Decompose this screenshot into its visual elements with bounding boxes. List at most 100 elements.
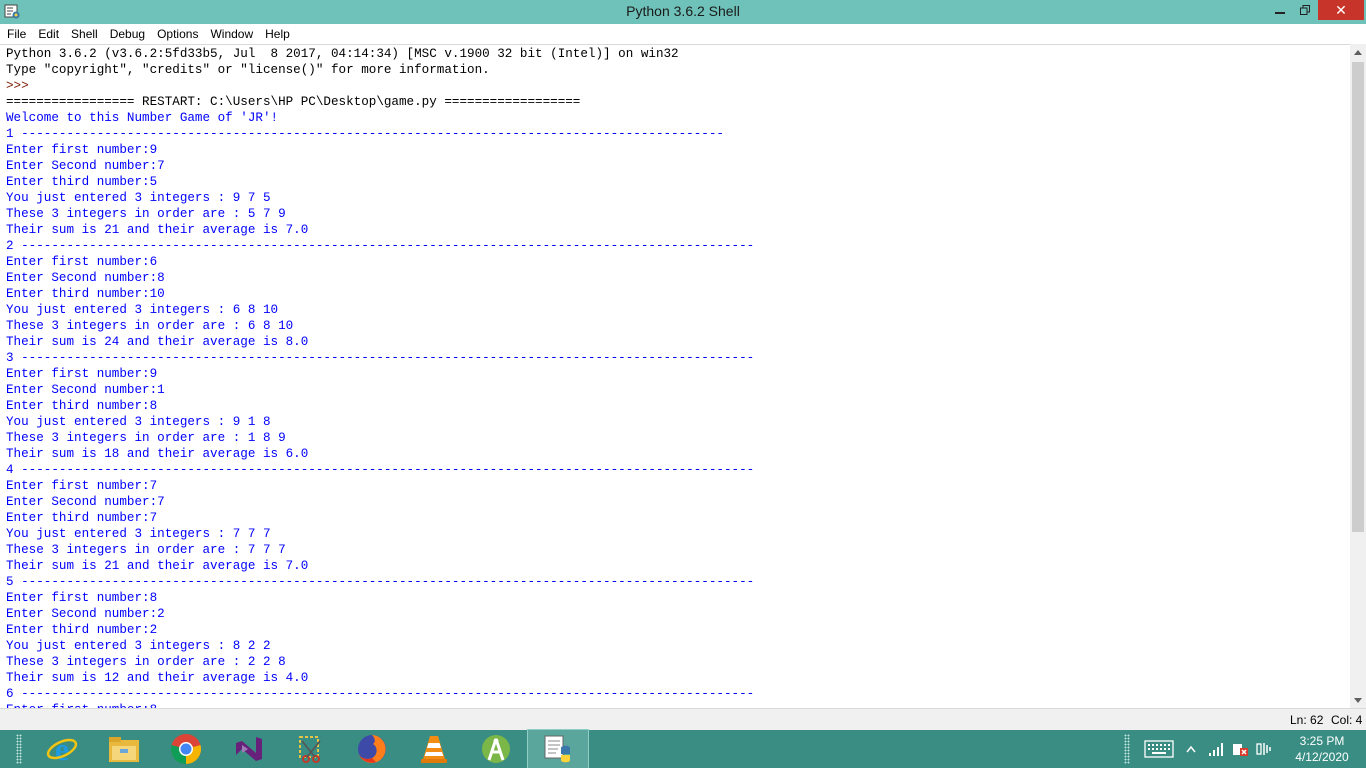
restore-button[interactable] — [1293, 0, 1317, 20]
shell-line: Welcome to this Number Game of 'JR'! — [6, 111, 279, 125]
snipping-tool-icon — [299, 736, 321, 763]
shell-line: Enter Second number:7 — [6, 159, 165, 173]
shell-line: Their sum is 21 and their average is 7.0 — [6, 559, 309, 573]
shell-line: >>> — [6, 79, 37, 93]
shell-line: Enter first number:8 — [6, 591, 158, 605]
scroll-down-button[interactable] — [1350, 692, 1366, 708]
chevron-up-icon — [1186, 745, 1196, 753]
shell-line: Enter first number:9 — [6, 143, 158, 157]
speaker-tray-button[interactable] — [1256, 730, 1272, 768]
column-indicator: Col: 4 — [1331, 713, 1363, 727]
minimize-icon — [1275, 12, 1285, 14]
vlc-icon — [421, 736, 447, 763]
shell-line: 6 --------------------------------------… — [6, 687, 755, 701]
shell-line: 4 --------------------------------------… — [6, 463, 755, 477]
chevron-down-icon — [1354, 697, 1362, 703]
svg-text:e: e — [55, 733, 69, 765]
menu-edit[interactable]: Edit — [32, 24, 65, 44]
restore-icon — [1300, 5, 1310, 15]
taskbar-app-file-explorer[interactable] — [94, 730, 154, 768]
shell-line: You just entered 3 integers : 7 7 7 — [6, 527, 271, 541]
visual-studio-icon — [236, 737, 262, 761]
shell-line: You just entered 3 integers : 9 1 8 — [6, 415, 271, 429]
shell-line: Their sum is 18 and their average is 6.0 — [6, 447, 309, 461]
shell-line: 5 --------------------------------------… — [6, 575, 755, 589]
shell-line: These 3 integers in order are : 6 8 10 — [6, 319, 294, 333]
shell-output[interactable]: Python 3.6.2 (v3.6.2:5fd33b5, Jul 8 2017… — [0, 45, 1350, 709]
minimize-button[interactable] — [1268, 0, 1292, 20]
shell-line: Enter Second number:8 — [6, 271, 165, 285]
menu-file[interactable]: File — [0, 24, 32, 44]
vertical-scrollbar[interactable] — [1350, 44, 1366, 708]
taskbar-clock[interactable]: 3:25 PM 4/12/2020 — [1282, 733, 1362, 765]
taskbar-app-vlc[interactable] — [404, 730, 464, 768]
shell-line: Enter third number:10 — [6, 287, 165, 301]
scroll-up-button[interactable] — [1350, 44, 1366, 60]
network-tray-button[interactable] — [1208, 730, 1226, 768]
shell-line: Enter first number:7 — [6, 479, 158, 493]
taskbar-app-chrome[interactable] — [156, 730, 216, 768]
shell-line: Enter third number:5 — [6, 175, 158, 189]
shell-line: Enter Second number:2 — [6, 607, 165, 621]
python-idle-icon — [544, 735, 570, 763]
shell-line: These 3 integers in order are : 7 7 7 — [6, 543, 286, 557]
close-icon: ✕ — [1335, 1, 1347, 18]
window-title: Python 3.6.2 Shell — [626, 3, 740, 19]
volume-tray-button[interactable] — [1232, 730, 1250, 768]
menu-shell[interactable]: Shell — [65, 24, 104, 44]
taskbar-app-visual-studio[interactable] — [218, 730, 278, 768]
shell-line: Enter Second number:1 — [6, 383, 165, 397]
menu-bar: File Edit Shell Debug Options Window Hel… — [0, 24, 1366, 44]
shell-line: Enter first number:6 — [6, 255, 158, 269]
touch-keyboard-button[interactable] — [1144, 730, 1174, 768]
shell-line: ================= RESTART: C:\Users\HP P… — [6, 95, 581, 109]
shell-line: You just entered 3 integers : 9 7 5 — [6, 191, 271, 205]
menu-window[interactable]: Window — [204, 24, 259, 44]
status-bar: Ln: 62 Col: 4 — [0, 708, 1366, 731]
shell-line: Enter third number:7 — [6, 511, 158, 525]
battery-warning-icon — [1233, 744, 1248, 756]
keyboard-icon — [1144, 740, 1174, 758]
shell-line: Enter third number:2 — [6, 623, 158, 637]
taskbar-app-internet-explorer[interactable]: e — [32, 730, 92, 768]
show-hidden-icons-button[interactable] — [1186, 730, 1196, 768]
shell-line: You just entered 3 integers : 8 2 2 — [6, 639, 271, 653]
shell-line: Python 3.6.2 (v3.6.2:5fd33b5, Jul 8 2017… — [6, 47, 679, 61]
menu-options[interactable]: Options — [151, 24, 204, 44]
menu-help[interactable]: Help — [259, 24, 296, 44]
taskbar-app-android-studio[interactable] — [466, 730, 526, 768]
shell-line: 2 --------------------------------------… — [6, 239, 755, 253]
menu-debug[interactable]: Debug — [104, 24, 151, 44]
firefox-icon — [358, 735, 386, 763]
shell-line: Enter Second number:7 — [6, 495, 165, 509]
tray-grip[interactable] — [1124, 734, 1130, 764]
shell-line: Enter third number:8 — [6, 399, 158, 413]
shell-line: Their sum is 12 and their average is 4.0 — [6, 671, 309, 685]
clock-time: 3:25 PM — [1299, 734, 1345, 748]
shell-line: 1 --------------------------------------… — [6, 127, 724, 141]
taskbar: e 3:25 PM 4/12/2020 — [0, 729, 1366, 768]
shell-line: Enter first number:9 — [6, 367, 158, 381]
chrome-icon — [170, 734, 202, 765]
scrollbar-thumb[interactable] — [1352, 62, 1364, 532]
close-button[interactable]: ✕ — [1318, 0, 1364, 20]
taskbar-app-python-idle[interactable] — [527, 729, 589, 768]
shell-line: These 3 integers in order are : 5 7 9 — [6, 207, 286, 221]
taskbar-grip[interactable] — [16, 734, 22, 764]
internet-explorer-icon: e — [46, 733, 78, 765]
folder-icon — [109, 737, 139, 762]
title-bar: Python 3.6.2 Shell ✕ — [0, 0, 1366, 24]
speaker-icon — [1256, 743, 1271, 755]
shell-line: These 3 integers in order are : 1 8 9 — [6, 431, 286, 445]
signal-icon — [1209, 743, 1223, 756]
shell-line: Their sum is 21 and their average is 7.0 — [6, 223, 309, 237]
taskbar-app-firefox[interactable] — [342, 730, 402, 768]
android-studio-icon — [482, 735, 510, 763]
shell-line: You just entered 3 integers : 6 8 10 — [6, 303, 279, 317]
line-indicator: Ln: 62 — [1290, 713, 1324, 727]
shell-line: Type "copyright", "credits" or "license(… — [6, 63, 490, 77]
shell-line: Their sum is 24 and their average is 8.0 — [6, 335, 309, 349]
taskbar-app-snipping-tool[interactable] — [280, 730, 340, 768]
shell-line: These 3 integers in order are : 2 2 8 — [6, 655, 286, 669]
shell-text-area[interactable]: Python 3.6.2 (v3.6.2:5fd33b5, Jul 8 2017… — [0, 44, 1350, 709]
